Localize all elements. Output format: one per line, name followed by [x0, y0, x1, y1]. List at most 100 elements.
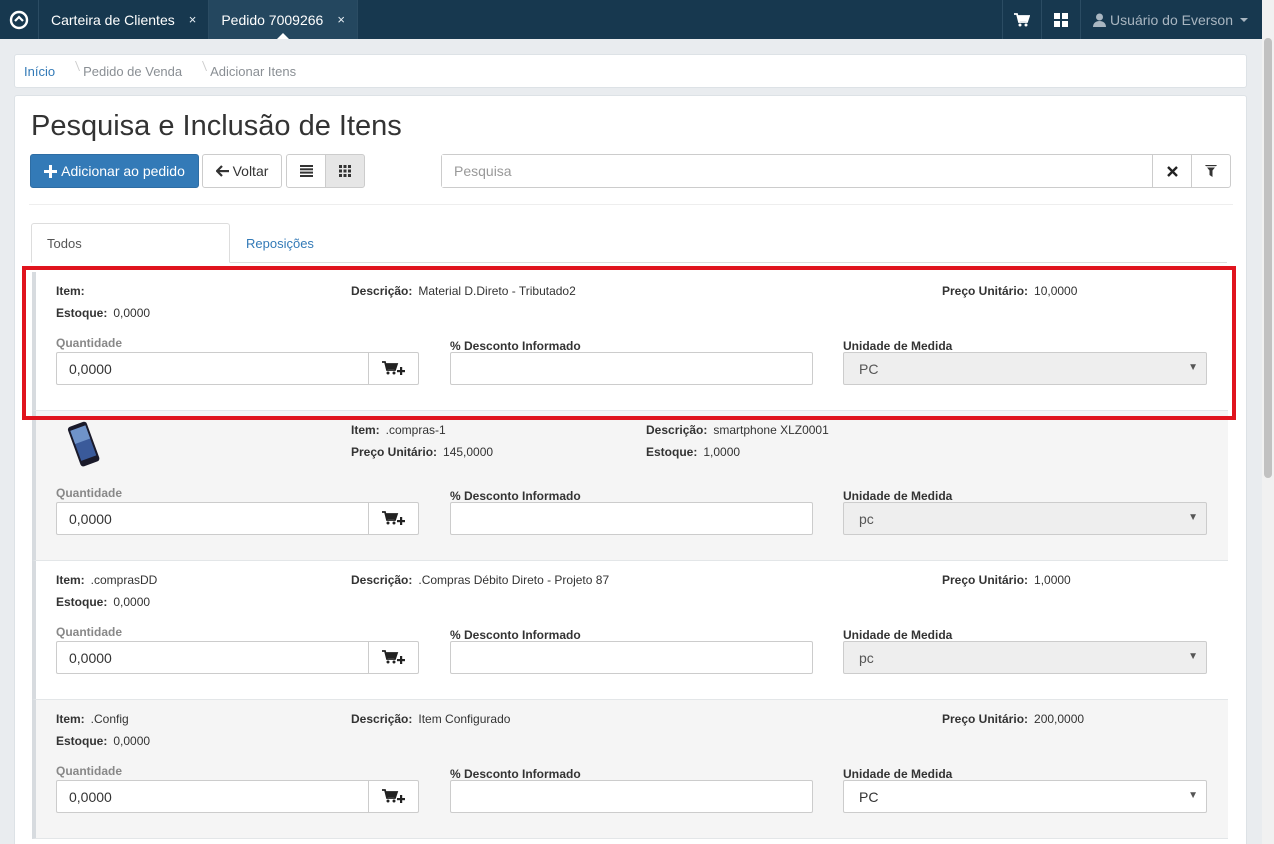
search-input[interactable]: [442, 155, 1152, 187]
tab-carteira-clientes[interactable]: Carteira de Clientes ×: [39, 0, 210, 39]
chevron-down-icon: ▼: [1188, 651, 1198, 662]
smartphone-icon: [67, 421, 100, 467]
add-to-cart-button[interactable]: [368, 642, 418, 673]
back-button[interactable]: Voltar: [202, 154, 282, 188]
add-to-cart-button[interactable]: [368, 503, 418, 534]
unit-value: PC: [859, 360, 879, 377]
item-stock: Estoque: 0,0000: [56, 306, 151, 320]
breadcrumb-pedido-venda[interactable]: Pedido de Venda: [83, 64, 195, 79]
discount-input[interactable]: [450, 780, 813, 813]
items-list: Item: Descrição: Material D.Direto - Trib…: [32, 272, 1228, 839]
unit-select[interactable]: PC ▼: [843, 780, 1207, 813]
item-stock: Estoque: 1,0000: [646, 445, 741, 459]
search-bar: [441, 154, 1231, 188]
chevron-down-icon: [1240, 17, 1248, 22]
breadcrumb-separator: [195, 61, 208, 71]
breadcrumb: Início Pedido de Venda Adicionar Itens: [14, 54, 1247, 88]
quantity-field: 0,0000: [56, 780, 419, 813]
discount-input[interactable]: [450, 641, 813, 674]
cart-plus-icon: [381, 361, 405, 375]
user-name: Usuário do Everson: [1110, 11, 1233, 28]
unit-select[interactable]: PC ▼: [843, 352, 1207, 385]
quantity-field: 0,0000: [56, 502, 419, 535]
unit-label: Unidade de Medida: [843, 628, 953, 642]
grid-view-button[interactable]: [325, 154, 365, 188]
item-unit-price: Preço Unitário: 1,0000: [942, 573, 1071, 587]
list-item: Item: .Config Descrição: Item Configurado …: [32, 700, 1228, 839]
tab-reposicoes[interactable]: Reposições: [231, 223, 329, 263]
item-code: Item: .comprasDD: [56, 573, 158, 587]
item-description: Descrição: .Compras Débito Direto - Proje…: [351, 573, 610, 587]
top-navbar: Carteira de Clientes × Pedido 7009266 × …: [0, 0, 1262, 39]
close-icon[interactable]: ×: [189, 12, 197, 27]
tab-pedido[interactable]: Pedido 7009266 ×: [209, 0, 358, 39]
unit-label: Unidade de Medida: [843, 489, 953, 503]
close-icon[interactable]: ×: [337, 12, 345, 27]
filter-icon: [1205, 164, 1217, 177]
cart-plus-icon: [381, 650, 405, 664]
main-panel: Pesquisa e Inclusão de Itens Adicionar a…: [14, 95, 1247, 844]
app-logo-icon[interactable]: [0, 0, 39, 39]
discount-input[interactable]: [450, 502, 813, 535]
quantity-label: Quantidade: [56, 486, 123, 500]
quantity-input[interactable]: 0,0000: [57, 353, 368, 384]
arrow-left-icon: [215, 165, 229, 177]
add-to-order-label: Adicionar ao pedido: [61, 163, 185, 179]
item-stock: Estoque: 0,0000: [56, 595, 151, 609]
unit-value: PC: [859, 788, 879, 805]
tab-label: Carteira de Clientes: [51, 11, 175, 28]
add-to-cart-button[interactable]: [368, 781, 418, 812]
quantity-input[interactable]: 0,0000: [57, 781, 368, 812]
tab-label: Pedido 7009266: [221, 11, 324, 28]
plus-icon: [44, 164, 58, 178]
discount-label: % Desconto Informado: [450, 339, 581, 353]
unit-select[interactable]: pc ▼: [843, 502, 1207, 535]
item-code: Item:: [56, 284, 85, 298]
list-item: Item: .compras-1 Descrição: smartphone XLZ…: [32, 411, 1228, 561]
page-scrollbar[interactable]: [1262, 0, 1274, 844]
quantity-input[interactable]: 0,0000: [57, 642, 368, 673]
breadcrumb-current: Adicionar Itens: [210, 63, 297, 79]
item-description: Descrição: Item Configurado: [351, 712, 511, 726]
item-unit-price: Preço Unitário: 145,0000: [351, 445, 494, 459]
list-item: Item: .comprasDD Descrição: .Compras Débit…: [32, 561, 1228, 700]
quantity-label: Quantidade: [56, 625, 123, 639]
quantity-field: 0,0000: [56, 641, 419, 674]
toolbar-divider: [29, 204, 1233, 205]
list-item: Item: Descrição: Material D.Direto - Trib…: [32, 272, 1228, 411]
item-unit-price: Preço Unitário: 10,0000: [942, 284, 1078, 298]
scrollbar-thumb[interactable]: [1264, 38, 1272, 478]
cart-icon[interactable]: [1002, 0, 1041, 39]
item-description: Descrição: Material D.Direto - Tributado2: [351, 284, 576, 298]
cart-plus-icon: [381, 511, 405, 525]
unit-value: pc: [859, 649, 874, 666]
item-description: Descrição: smartphone XLZ0001: [646, 423, 829, 437]
add-to-cart-button[interactable]: [368, 353, 418, 384]
breadcrumb-home[interactable]: Início: [24, 64, 68, 79]
user-menu[interactable]: Usuário do Everson: [1080, 0, 1262, 39]
discount-label: % Desconto Informado: [450, 489, 581, 503]
item-unit-price: Preço Unitário: 200,0000: [942, 712, 1085, 726]
discount-input[interactable]: [450, 352, 813, 385]
unit-select[interactable]: pc ▼: [843, 641, 1207, 674]
clear-search-button[interactable]: [1152, 155, 1191, 187]
grid-icon: [339, 165, 351, 177]
chevron-down-icon: ▼: [1188, 362, 1198, 373]
chevron-down-icon: ▼: [1188, 512, 1198, 523]
filter-button[interactable]: [1191, 155, 1230, 187]
chevron-down-icon: ▼: [1188, 790, 1198, 801]
list-view-button[interactable]: [286, 154, 326, 188]
quantity-label: Quantidade: [56, 764, 123, 778]
tab-todos[interactable]: Todos: [31, 223, 230, 263]
grid-apps-icon[interactable]: [1041, 0, 1080, 39]
item-stock: Estoque: 0,0000: [56, 734, 151, 748]
item-code: Item: .compras-1: [351, 423, 446, 437]
back-label: Voltar: [232, 163, 269, 179]
product-image: [64, 420, 104, 473]
quantity-label: Quantidade: [56, 336, 123, 350]
quantity-input[interactable]: 0,0000: [57, 503, 368, 534]
list-icon: [299, 165, 313, 177]
discount-label: % Desconto Informado: [450, 628, 581, 642]
unit-value: pc: [859, 510, 874, 527]
add-to-order-button[interactable]: Adicionar ao pedido: [30, 154, 199, 188]
